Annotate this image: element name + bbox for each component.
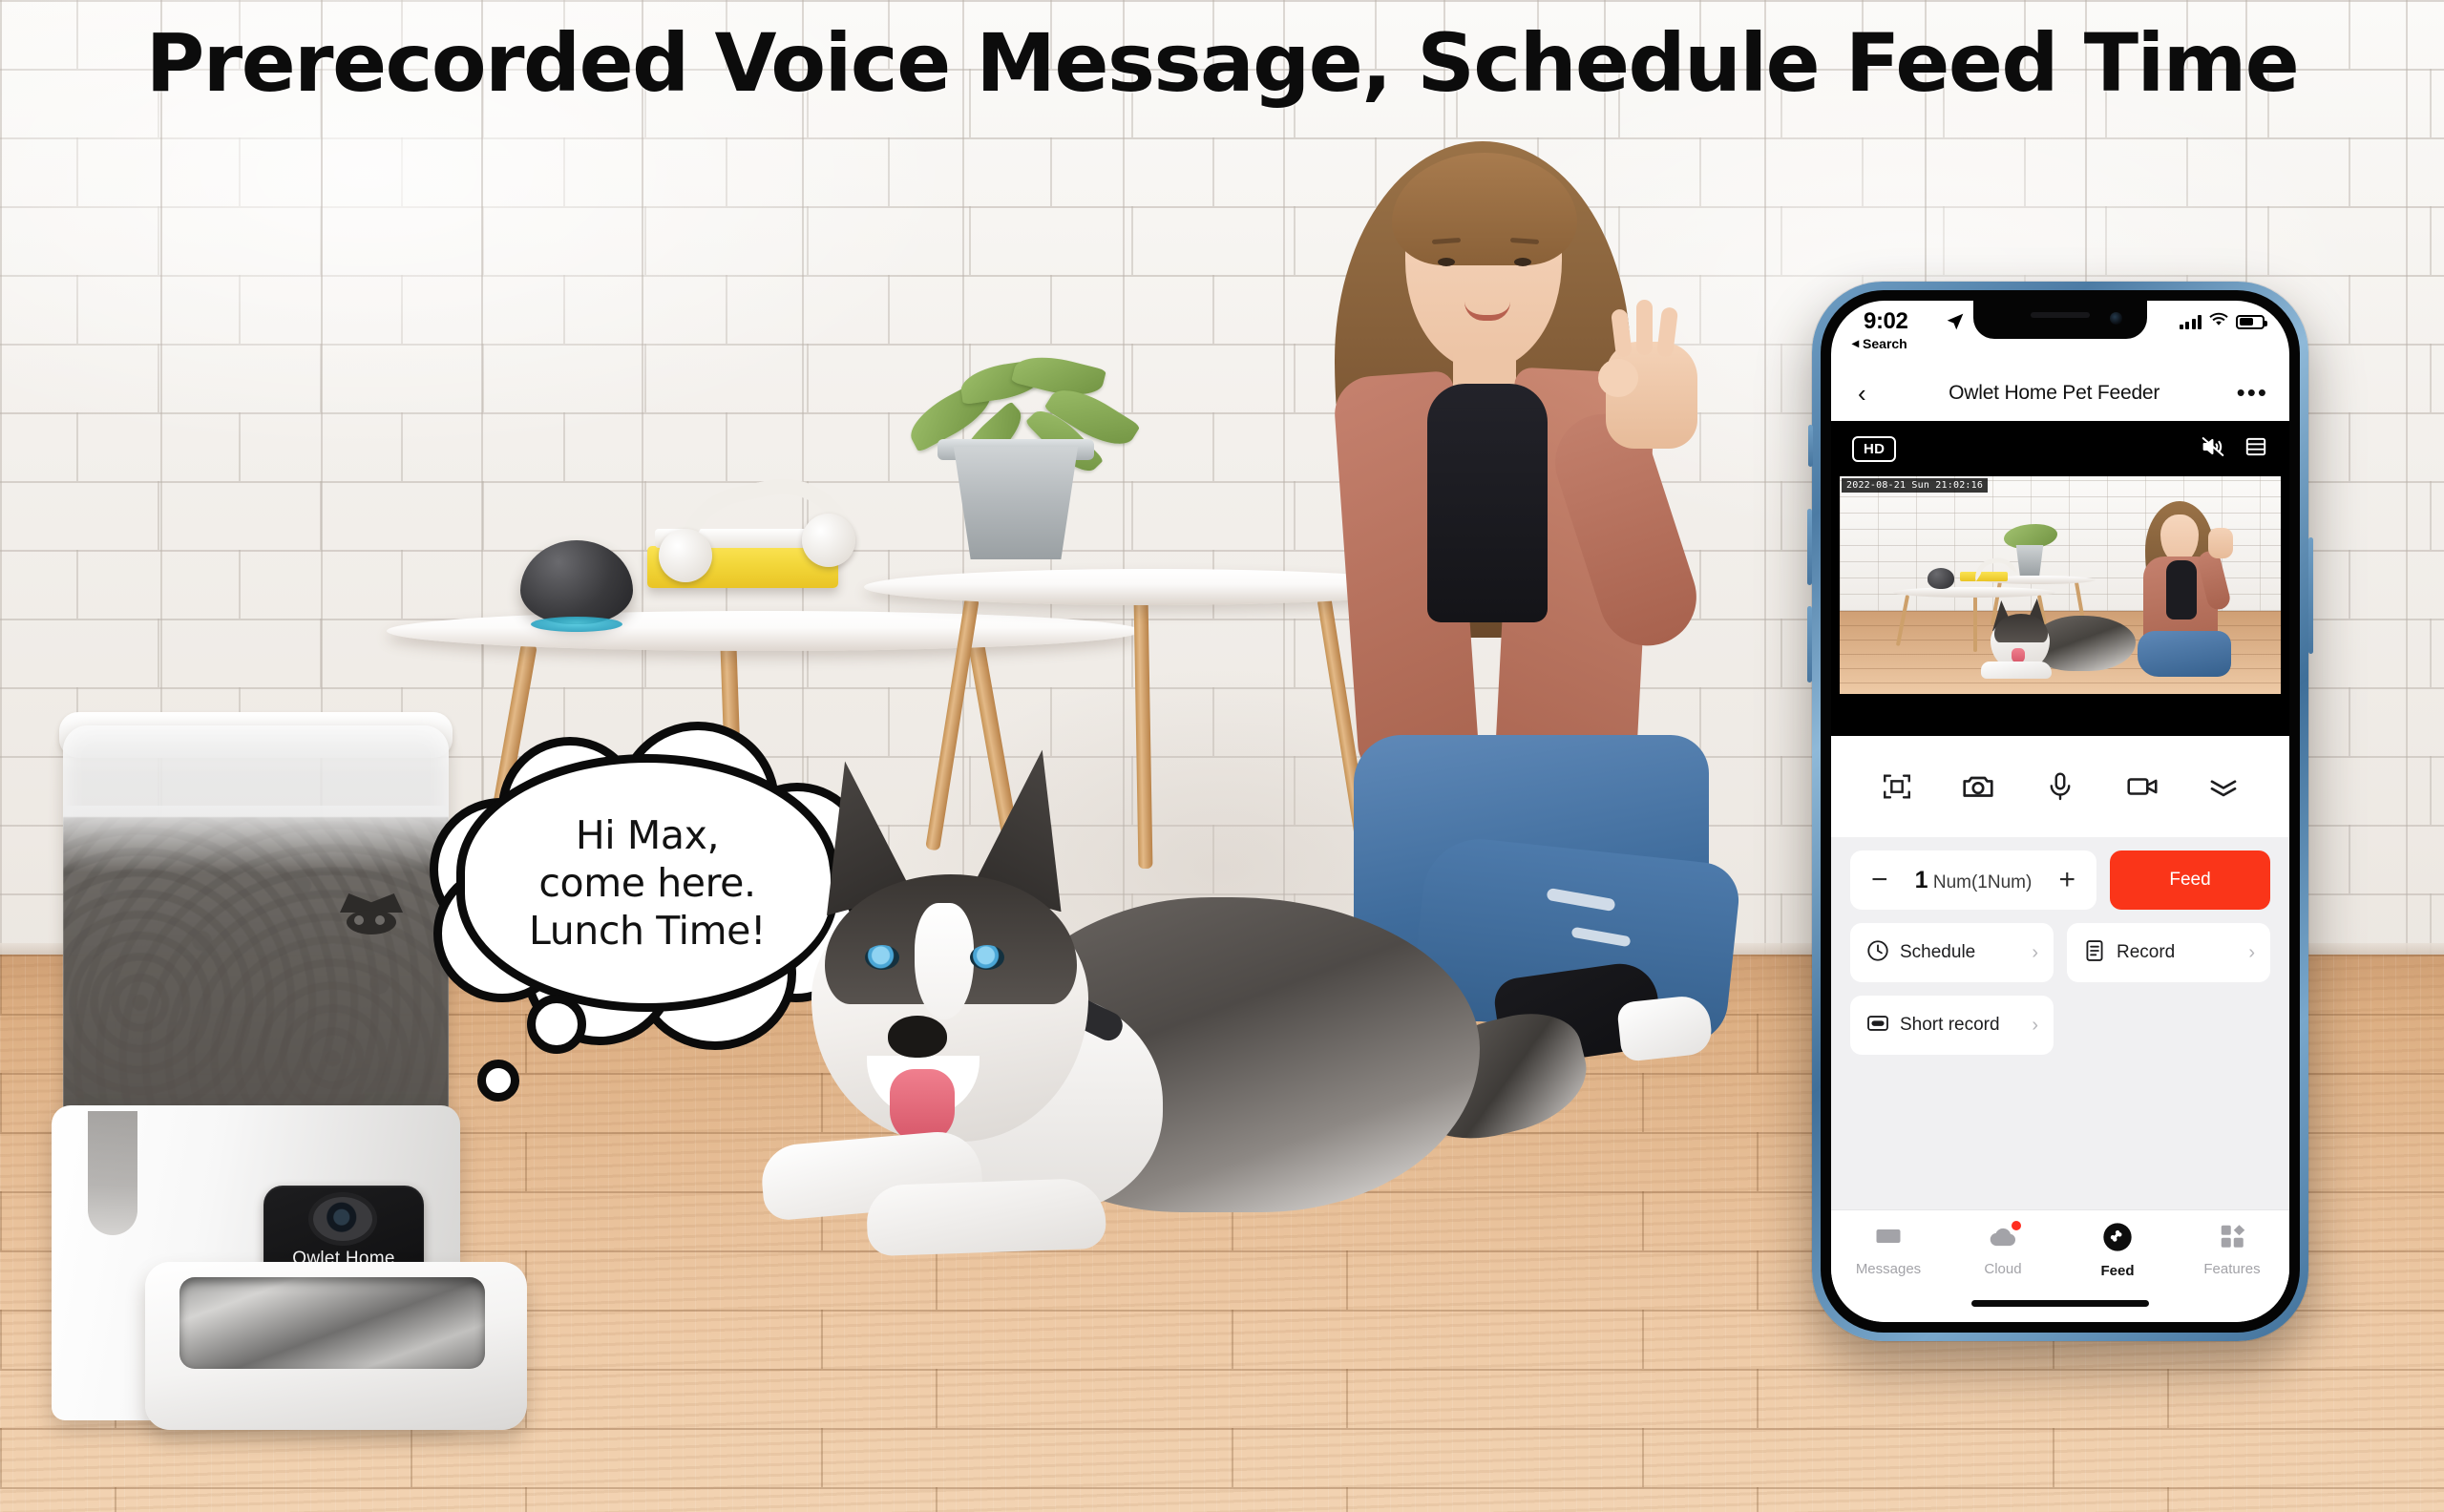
speech-bubble-tail-dot-large <box>527 995 586 1054</box>
tab-feed-label: Feed <box>2100 1263 2135 1279</box>
page-title: Prerecorded Voice Message, Schedule Feed… <box>145 16 2300 110</box>
dog-blaze <box>915 903 974 1019</box>
quantity-value: 1 Num(1Num) <box>1915 867 2033 894</box>
wifi-icon <box>2209 312 2228 331</box>
quantity-stepper[interactable]: − 1 Num(1Num) + <box>1850 850 2096 910</box>
quality-badge[interactable]: HD <box>1852 435 1897 462</box>
tab-cloud[interactable]: Cloud <box>1946 1219 2060 1277</box>
video-toolbar: HD <box>1831 421 2289 476</box>
dog-paw-front-right <box>865 1177 1107 1257</box>
speech-bubble-text: Hi Max, come here. Lunch Time! <box>456 811 838 955</box>
tab-features[interactable]: Features <box>2175 1222 2289 1277</box>
bubble-line-2: come here. <box>538 859 756 906</box>
chevron-double-down-icon[interactable] <box>2195 758 2252 815</box>
phone-power-button[interactable] <box>2308 537 2313 654</box>
increase-button[interactable]: + <box>2058 866 2075 894</box>
feeder-food-bowl <box>145 1262 527 1430</box>
dog-eye-right <box>970 945 1004 970</box>
dog-nose <box>888 1016 947 1058</box>
tank-top <box>1427 384 1548 622</box>
tab-messages-label: Messages <box>1855 1261 1922 1277</box>
headphones <box>659 465 859 582</box>
shortcut-tiles-row-2: Short record › <box>1850 996 2270 1055</box>
smart-speaker-light-ring <box>531 617 622 632</box>
phone-silent-switch[interactable] <box>1808 425 1813 467</box>
hopper-highlight <box>63 806 449 872</box>
camera-feed-preview[interactable]: 2022-08-21 Sun 21:02:16 <box>1840 476 2281 694</box>
document-icon <box>2082 938 2107 968</box>
quantity-number: 1 <box>1914 866 1928 893</box>
schedule-tile[interactable]: Schedule › <box>1850 923 2054 982</box>
decrease-button[interactable]: − <box>1871 866 1888 894</box>
phone-notch <box>1973 301 2147 339</box>
back-to-app-label: Search <box>1863 335 1907 351</box>
bubble-line-3: Lunch Time! <box>528 908 767 955</box>
cassette-icon <box>1865 1011 1890 1040</box>
front-camera-icon <box>2110 312 2122 325</box>
speech-bubble-tail-dot-small <box>477 1060 519 1102</box>
notification-badge <box>2010 1219 2023 1232</box>
clock-icon <box>1865 938 1890 968</box>
app-nav-bar: ‹ Owlet Home Pet Feeder ••• <box>1831 366 2289 421</box>
split-view-icon[interactable] <box>2244 434 2268 464</box>
phone-bezel: 9:02 ◂ Search ‹ Owlet Home Pet Feeder ••… <box>1821 290 2300 1333</box>
chevron-right-icon: › <box>2032 941 2038 963</box>
earpiece-speaker <box>2031 312 2090 318</box>
tab-features-label: Features <box>2203 1261 2261 1277</box>
video-camera-icon[interactable] <box>2114 758 2171 815</box>
chevron-left-icon[interactable]: ‹ <box>1852 381 1872 406</box>
cellular-bars-icon <box>2179 314 2202 329</box>
feed-amount-row: − 1 Num(1Num) + Feed <box>1850 850 2270 910</box>
camera-lens-icon <box>313 1197 372 1241</box>
status-bar-indicators <box>2179 312 2267 331</box>
location-arrow-icon <box>1946 312 1965 336</box>
page-header-title: Owlet Home Pet Feeder <box>1949 382 2160 404</box>
speaker-muted-icon[interactable] <box>2200 433 2226 465</box>
smartphone-mockup: 9:02 ◂ Search ‹ Owlet Home Pet Feeder ••… <box>1807 282 2313 1341</box>
dog-eye-left <box>865 945 899 970</box>
short-record-tile-label: Short record <box>1900 1015 2000 1035</box>
tab-cloud-label: Cloud <box>1984 1261 2022 1277</box>
ellipsis-icon[interactable]: ••• <box>2237 381 2268 405</box>
bone-icon <box>2102 1222 2133 1257</box>
stainless-bowl-insert <box>179 1277 485 1369</box>
record-tile-label: Record <box>2117 942 2176 962</box>
camera-controls-row <box>1831 736 2289 837</box>
envelope-icon <box>1874 1222 1903 1255</box>
feeder-chute <box>88 1111 137 1235</box>
camera-icon[interactable] <box>1949 758 2007 815</box>
fullscreen-frame-icon[interactable] <box>1868 758 1926 815</box>
ok-gesture-hand <box>1598 300 1697 449</box>
phone-screen: 9:02 ◂ Search ‹ Owlet Home Pet Feeder ••… <box>1831 301 2289 1322</box>
grid-icon <box>2218 1222 2246 1255</box>
promo-banner-scene: Prerecorded Voice Message, Schedule Feed… <box>0 0 2444 1512</box>
phone-volume-up-button[interactable] <box>1807 509 1812 585</box>
feed-button[interactable]: Feed <box>2110 850 2270 910</box>
short-record-tile[interactable]: Short record › <box>1850 996 2054 1055</box>
bubble-line-1: Hi Max, <box>575 811 720 858</box>
cloud-icon <box>1988 1219 2023 1255</box>
schedule-tile-label: Schedule <box>1900 942 1976 962</box>
owl-icon <box>340 893 403 937</box>
video-timestamp-overlay: 2022-08-21 Sun 21:02:16 <box>1842 478 1989 493</box>
live-video-panel: HD 2022-08-21 Sun 21:02:16 <box>1831 421 2289 736</box>
chevron-right-icon: › <box>2248 941 2255 963</box>
phone-volume-down-button[interactable] <box>1807 606 1812 682</box>
quantity-unit: Num(1Num) <box>1932 872 2033 892</box>
status-bar-clock: 9:02 <box>1864 308 1908 334</box>
sock <box>1616 994 1714 1062</box>
husky-dog <box>697 706 1598 1394</box>
tab-messages[interactable]: Messages <box>1831 1222 1946 1277</box>
microphone-icon[interactable] <box>2032 758 2089 815</box>
triangle-left-icon: ◂ <box>1852 335 1860 350</box>
back-to-app-link[interactable]: ◂ Search <box>1852 335 1907 351</box>
shortcut-tiles-row-1: Schedule › Record › <box>1850 923 2270 982</box>
home-indicator[interactable] <box>1971 1300 2149 1307</box>
tab-feed[interactable]: Feed <box>2060 1222 2175 1279</box>
chevron-right-icon: › <box>2032 1014 2038 1036</box>
record-tile[interactable]: Record › <box>2067 923 2270 982</box>
battery-icon <box>2236 314 2267 329</box>
